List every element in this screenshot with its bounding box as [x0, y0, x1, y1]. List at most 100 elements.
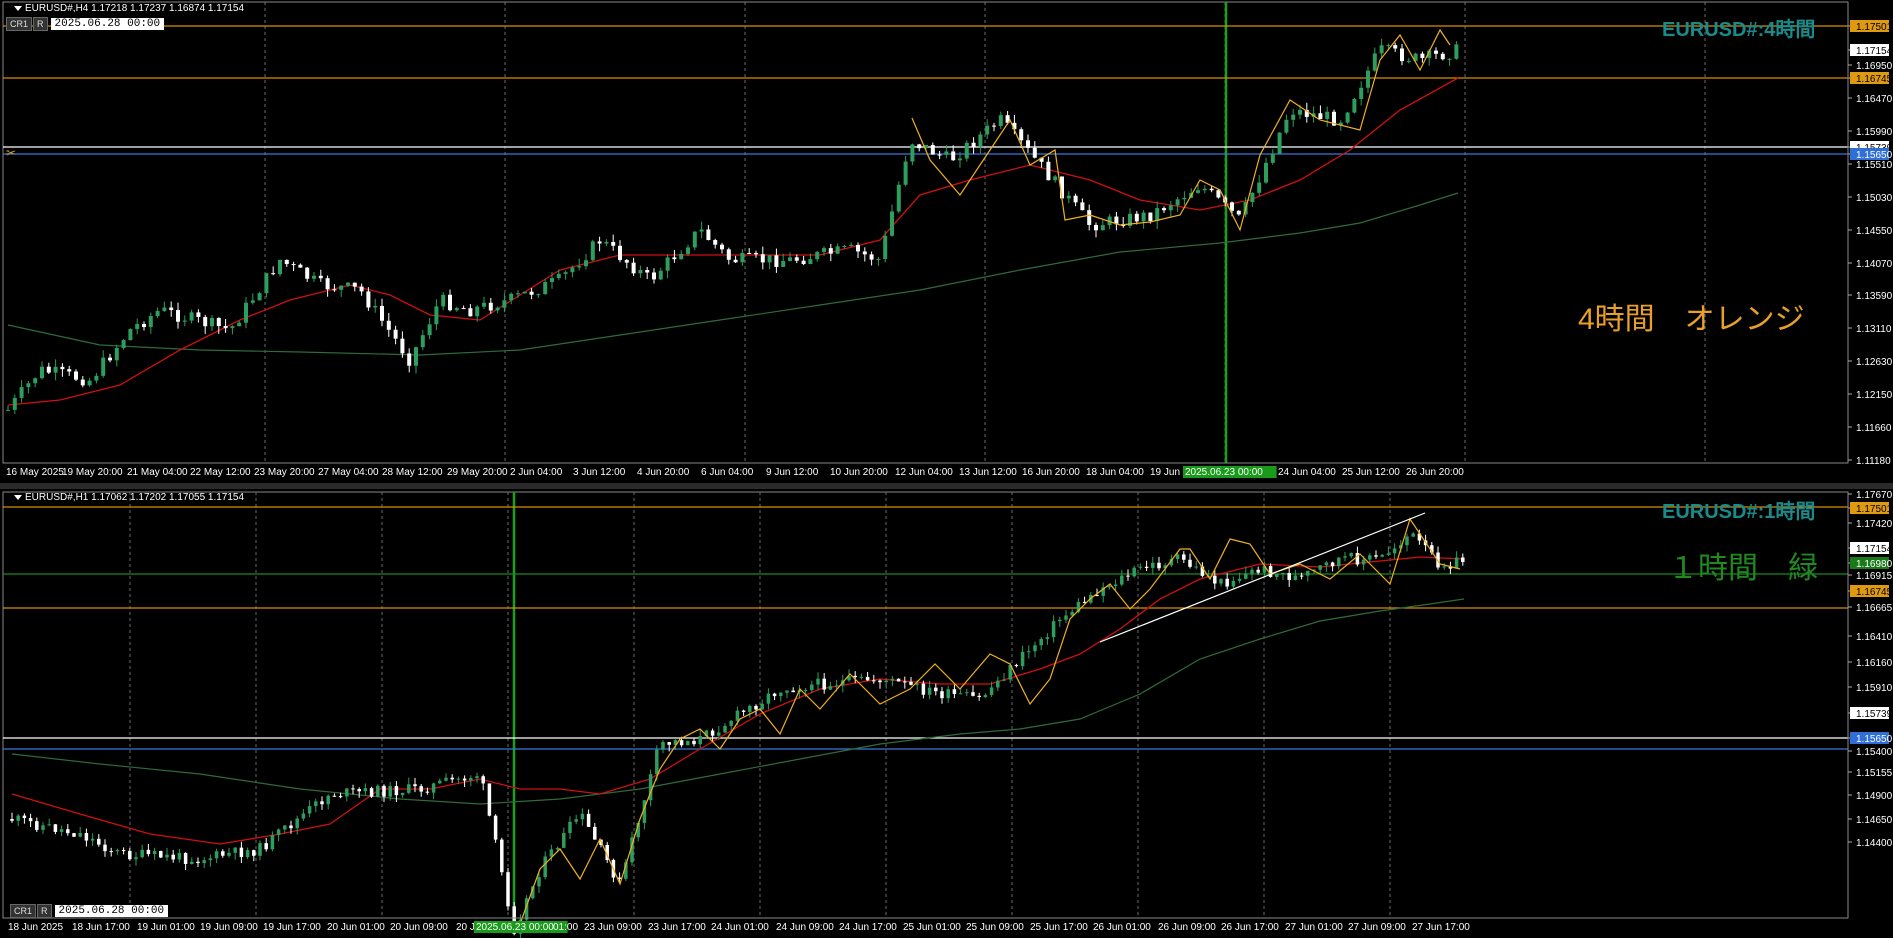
datetime-box-h1[interactable]: CR1 R 2025.06.28 00:00	[10, 904, 169, 918]
h1-candle	[1237, 578, 1242, 581]
h4-candle	[230, 326, 235, 329]
h1-price-label: 1.15739	[1856, 709, 1893, 720]
h4-candle	[577, 266, 582, 268]
chart-window-h1[interactable]: 1.17670 1.17501 1.17420 1.17154 1.16980 1.169…	[0, 489, 1893, 938]
h4-candle	[244, 302, 248, 323]
h4-candle	[883, 235, 888, 259]
h4-chart-canvas[interactable]: 1.17501 1.17154 1.16950 1.16745 1.16470 1.159…	[0, 0, 1893, 483]
r-button[interactable]: R	[33, 17, 48, 31]
h1-price-label: 1.15400	[1856, 747, 1893, 758]
collapse-arrow-icon[interactable]	[14, 494, 22, 500]
h4-candle	[1400, 48, 1404, 62]
h4-candle	[74, 371, 78, 380]
h4-time-label: 19 Jun	[1150, 467, 1180, 478]
h1-candle	[345, 788, 349, 797]
h4-price-label: 1.13110	[1856, 324, 1892, 335]
h4-candle	[658, 270, 663, 280]
h1-candle	[394, 786, 399, 796]
h1-candle	[431, 783, 436, 793]
h4-candle	[386, 320, 391, 330]
h1-candle	[723, 725, 727, 733]
h4-candle	[713, 239, 718, 245]
h4-candle	[842, 245, 847, 247]
h4-candle	[264, 273, 269, 294]
h4-candle	[1291, 114, 1296, 120]
h1-candle	[1244, 573, 1248, 579]
h4-candle	[148, 316, 153, 328]
h4-candle	[536, 294, 541, 296]
h4-candle	[794, 257, 799, 261]
h1-candle	[419, 786, 423, 792]
h1-candle	[772, 693, 777, 697]
h1-candle	[1411, 533, 1415, 537]
h4-candle	[1250, 192, 1255, 203]
h1-candle	[952, 689, 957, 694]
h4-candle	[257, 293, 262, 301]
h4-candle	[400, 338, 405, 354]
h1-candle	[245, 850, 250, 858]
h1-price-label: 1.17501	[1856, 504, 1893, 515]
h4-candle	[1202, 188, 1207, 191]
datetime-input[interactable]: 2025.06.28 00:00	[54, 905, 169, 917]
h1-candle	[543, 856, 547, 878]
h1-chart-canvas[interactable]: 1.17670 1.17501 1.17420 1.17154 1.169801.169…	[0, 489, 1893, 938]
h1-time-label: 27 Jun 09:00	[1348, 922, 1406, 933]
h4-candle	[6, 409, 10, 411]
h4-time-label: 25 Jun 12:00	[1342, 467, 1400, 478]
h4-candle	[1366, 70, 1370, 88]
datetime-input[interactable]: 2025.06.28 00:00	[50, 18, 165, 30]
h4-candle	[1447, 58, 1452, 60]
h4-candle	[128, 329, 133, 341]
scissors-icon[interactable]: ✂	[6, 146, 16, 160]
h1-candle	[239, 847, 244, 858]
h4-price-label: 1.14550	[1856, 226, 1893, 237]
h1-candle	[22, 815, 27, 819]
h4-candle	[529, 291, 534, 295]
h1-time-label: 18 Jun 2025	[8, 922, 63, 933]
h4-candle	[26, 383, 31, 388]
h1-candle	[1392, 548, 1397, 554]
r-button[interactable]: R	[37, 904, 52, 918]
h4-candle	[1019, 129, 1024, 141]
h1-candle	[779, 692, 783, 697]
h1-candle	[165, 854, 169, 858]
h4-candle	[754, 253, 758, 255]
h4-candle	[434, 306, 439, 325]
h1-candle	[47, 824, 51, 826]
h4-candle	[210, 317, 214, 327]
h4-candle	[237, 322, 242, 327]
h1-candle	[1337, 557, 1341, 567]
h4-candle	[638, 270, 643, 274]
datetime-box-h4[interactable]: CR1 R 2025.06.28 00:00	[6, 17, 165, 31]
h1-price-label: 1.17154	[1856, 544, 1893, 555]
h4-candle	[53, 366, 58, 373]
h4-candle	[1406, 60, 1411, 62]
h4-candle	[176, 309, 180, 322]
h1-candle	[729, 720, 733, 726]
chart-window-h4[interactable]: 1.17501 1.17154 1.16950 1.16745 1.16470 1.159…	[0, 0, 1893, 483]
h1-candle	[785, 690, 789, 693]
h4-candle	[135, 323, 140, 330]
h4-candle	[468, 308, 473, 317]
h4-candle	[1434, 50, 1438, 54]
h4-candle	[835, 246, 840, 254]
h4-candle	[522, 291, 527, 294]
h1-candle	[555, 847, 560, 850]
h1-time-label: 20 Jun 09:00	[390, 922, 448, 933]
h1-candle	[1299, 575, 1304, 577]
h1-candle	[1361, 559, 1366, 565]
h4-candle	[652, 272, 656, 280]
h4-candle	[890, 211, 894, 236]
h1-candle	[617, 877, 622, 879]
h1-price-label: 1.16915	[1856, 571, 1893, 582]
h1-candle	[1151, 562, 1155, 568]
cr-button[interactable]: CR1	[10, 904, 37, 918]
h1-candle	[506, 872, 510, 907]
h1-candle	[1231, 580, 1236, 587]
h4-candle	[1393, 45, 1398, 49]
cr-button[interactable]: CR1	[6, 17, 33, 31]
collapse-arrow-icon[interactable]	[14, 5, 22, 11]
h1-candle	[549, 849, 554, 857]
h1-zigzag-line	[519, 517, 1461, 925]
h1-candle	[72, 833, 76, 837]
